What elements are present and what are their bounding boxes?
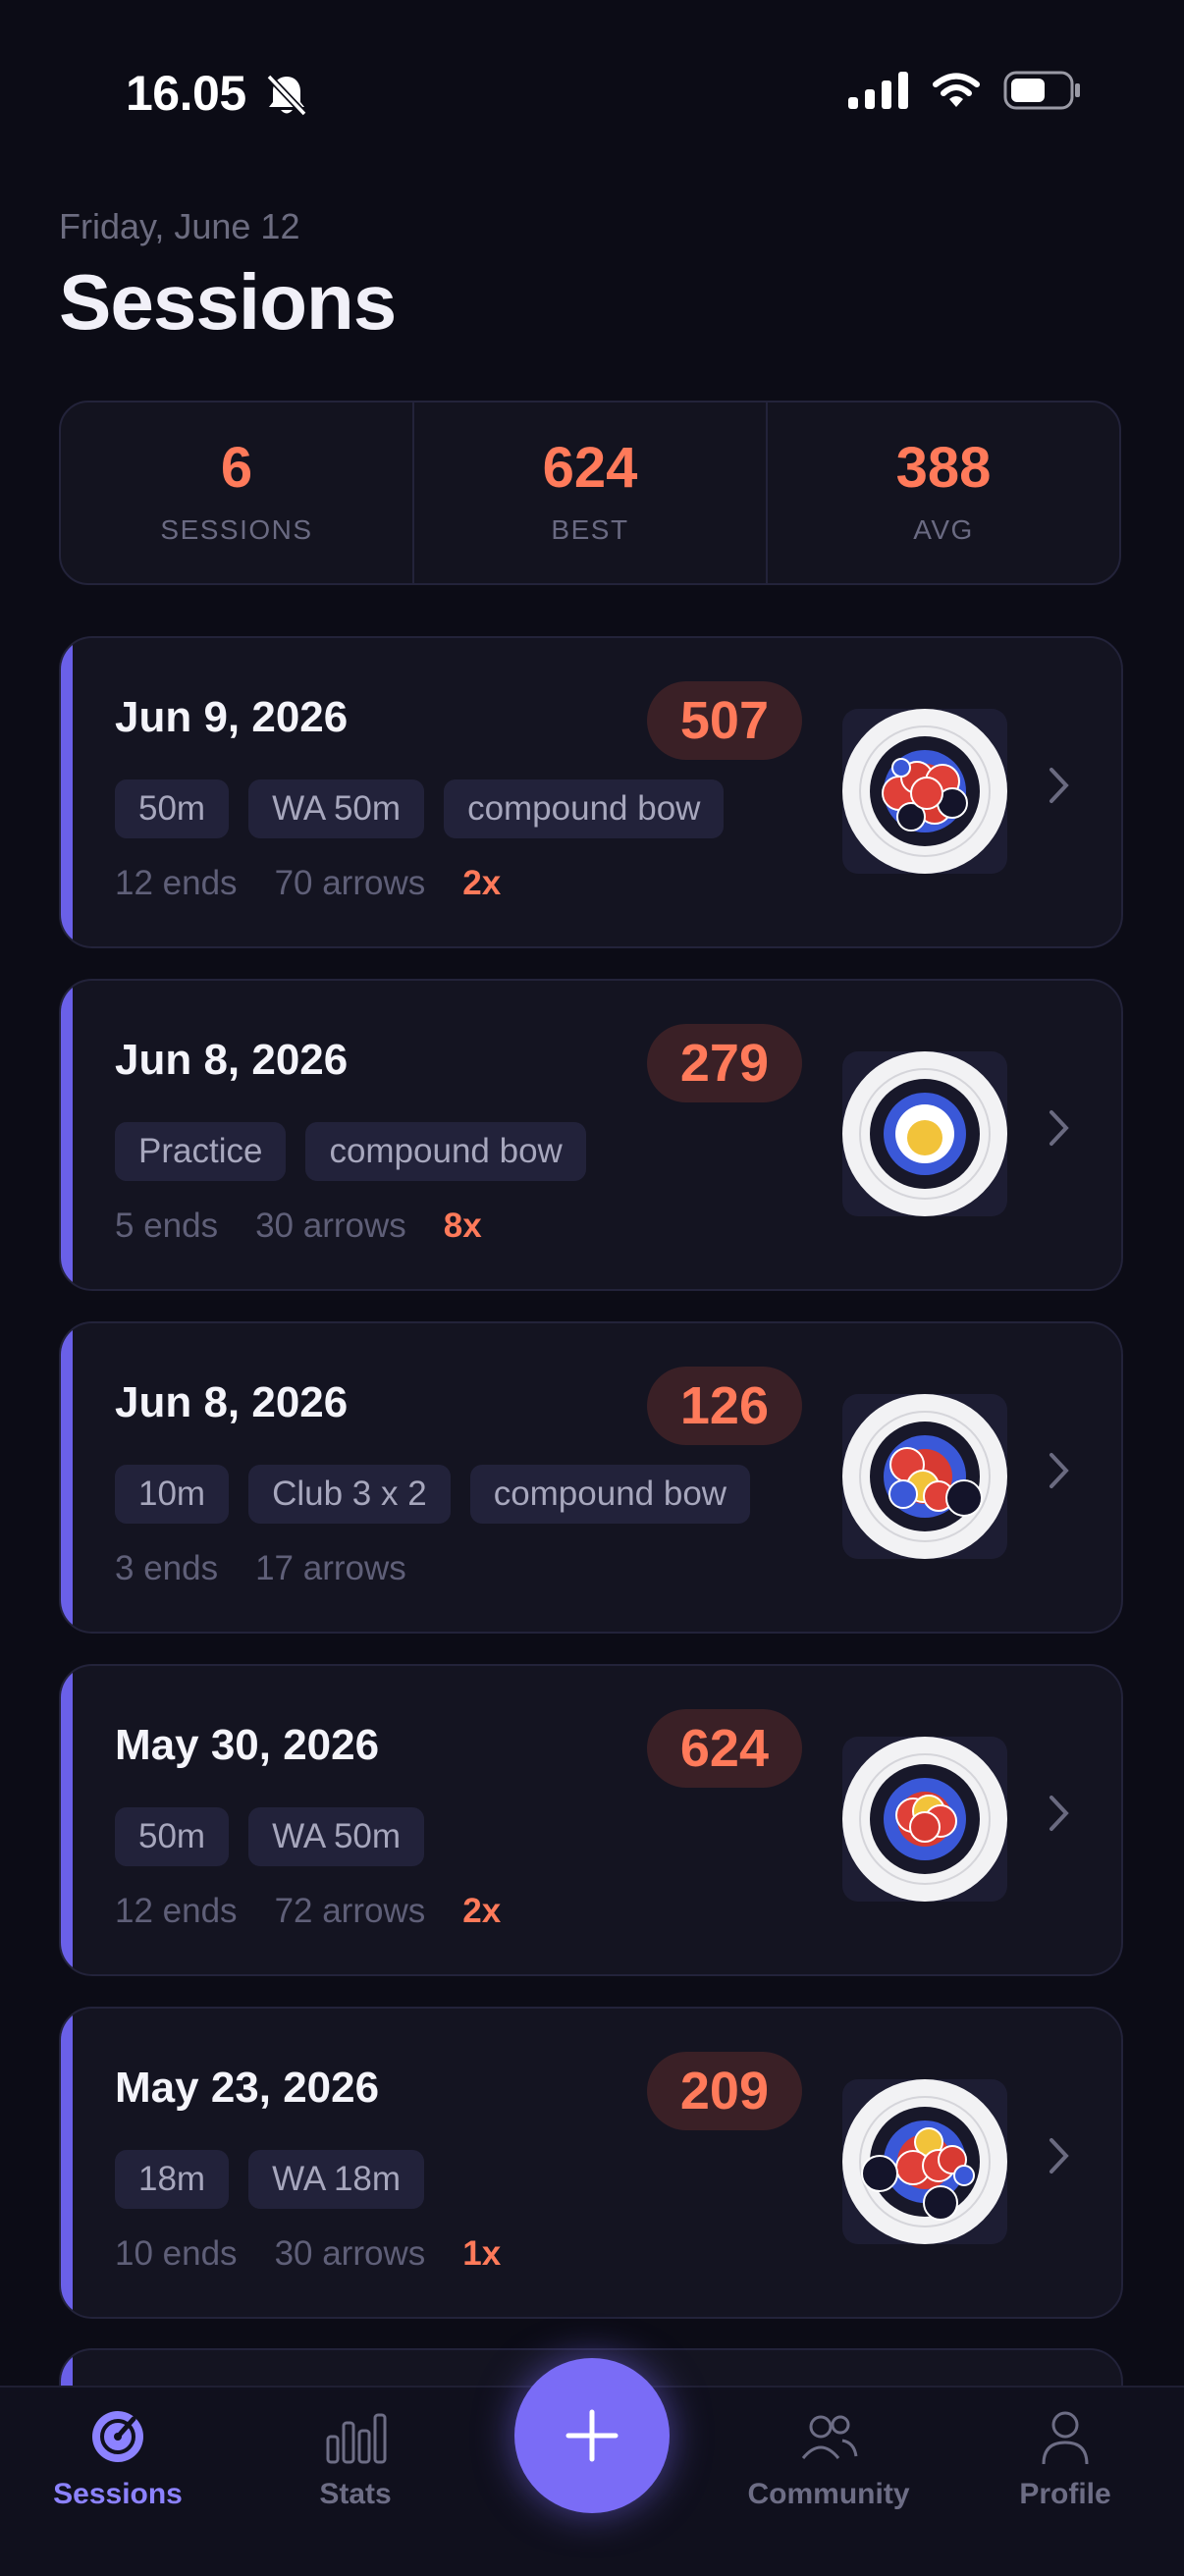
person-icon — [1042, 2411, 1089, 2465]
session-card[interactable]: May 23, 2026 209 18m WA 18m 10 ends 30 a… — [59, 2007, 1123, 2319]
session-tags: 18m WA 18m — [115, 2150, 425, 2209]
stat-value: 388 — [895, 436, 992, 500]
battery-icon — [1003, 71, 1080, 110]
session-date: Jun 9, 2026 — [115, 693, 349, 741]
ends-count: 12 ends — [115, 1892, 238, 1930]
session-date: May 23, 2026 — [115, 2064, 380, 2112]
arrows-count: 30 arrows — [255, 1207, 406, 1245]
card-accent — [61, 1323, 73, 1632]
card-accent — [61, 638, 73, 946]
target-thumbnail — [842, 1051, 1007, 1216]
ends-count: 5 ends — [115, 1207, 219, 1245]
tab-label: Sessions — [53, 2478, 183, 2510]
stat-value: 624 — [542, 436, 638, 500]
card-accent — [61, 1666, 73, 1974]
target-icon — [92, 2411, 143, 2462]
session-meta: 12 ends 72 arrows 2x — [115, 1892, 501, 1931]
arrows-count: 30 arrows — [274, 2234, 426, 2273]
session-meta: 5 ends 30 arrows 8x — [115, 1207, 482, 1246]
session-meta: 12 ends 70 arrows 2x — [115, 864, 501, 903]
score-badge: 279 — [646, 1024, 802, 1102]
target-thumbnail — [842, 1394, 1007, 1559]
tag-round: Club 3 x 2 — [248, 1465, 451, 1524]
ends-count: 12 ends — [115, 864, 238, 902]
target-thumbnail — [842, 2079, 1007, 2244]
tag-distance: 10m — [115, 1465, 230, 1524]
tag-distance: 18m — [115, 2150, 230, 2209]
session-card[interactable]: Jun 9, 2026 507 50m WA 50m compound bow … — [59, 636, 1123, 948]
ends-count: 3 ends — [115, 1549, 219, 1587]
stat-best: 624 BEST — [412, 402, 766, 583]
tab-label: Profile — [1019, 2478, 1111, 2510]
tag-round: WA 18m — [248, 2150, 425, 2209]
session-card[interactable]: Jun 8, 2026 279 Practice compound bow 5 … — [59, 979, 1123, 1291]
summary-card: 6 SESSIONS 624 BEST 388 AVG — [59, 401, 1121, 585]
bell-slash-icon — [266, 74, 307, 117]
header-date: Friday, June 12 — [59, 206, 300, 246]
tag-round: WA 50m — [248, 1807, 425, 1866]
add-session-button[interactable] — [514, 2358, 670, 2513]
card-accent — [61, 2009, 73, 2317]
arrows-count: 70 arrows — [274, 864, 426, 902]
tab-sessions[interactable]: Sessions — [51, 2407, 185, 2511]
score-badge: 507 — [646, 681, 802, 760]
wifi-icon — [933, 73, 980, 107]
tag-distance: 50m — [115, 1807, 230, 1866]
session-meta: 3 ends 17 arrows — [115, 1549, 406, 1588]
tag-bow: compound bow — [305, 1122, 586, 1181]
session-tags: 10m Club 3 x 2 compound bow — [115, 1465, 751, 1524]
tab-stats[interactable]: Stats — [295, 2407, 416, 2511]
session-date: May 30, 2026 — [115, 1721, 380, 1769]
status-time: 16.05 — [126, 66, 246, 121]
score-badge: 209 — [646, 2052, 802, 2130]
status-icons — [848, 71, 1082, 110]
stat-sessions: 6 SESSIONS — [61, 402, 412, 583]
chevron-right-icon — [1049, 768, 1069, 803]
multiplier: 1x — [462, 2234, 502, 2273]
session-card[interactable]: Jun 8, 2026 126 10m Club 3 x 2 compound … — [59, 1321, 1123, 1634]
session-date: Jun 8, 2026 — [115, 1378, 349, 1426]
chevron-right-icon — [1049, 1796, 1069, 1831]
chevron-right-icon — [1049, 1110, 1069, 1146]
card-accent — [61, 981, 73, 1289]
tab-community[interactable]: Community — [742, 2407, 915, 2511]
tag-bow: compound bow — [444, 779, 725, 838]
multiplier: 8x — [443, 1207, 482, 1245]
stat-label: SESSIONS — [160, 514, 313, 545]
tag-bow: compound bow — [469, 1465, 751, 1524]
page-title: Sessions — [59, 258, 397, 346]
bar-chart-icon — [326, 2413, 387, 2464]
session-date: Jun 8, 2026 — [115, 1036, 349, 1084]
stat-avg: 388 AVG — [766, 402, 1119, 583]
score-badge: 624 — [646, 1709, 802, 1788]
chevron-right-icon — [1049, 2138, 1069, 2174]
arrows-count: 72 arrows — [274, 1892, 426, 1930]
tag-round: Practice — [115, 1122, 287, 1181]
chevron-right-icon — [1049, 1453, 1069, 1488]
stat-label: AVG — [913, 514, 974, 545]
session-tags: Practice compound bow — [115, 1122, 586, 1181]
session-tags: 50m WA 50m — [115, 1807, 425, 1866]
ends-count: 10 ends — [115, 2234, 238, 2273]
session-tags: 50m WA 50m compound bow — [115, 779, 725, 838]
score-badge: 126 — [646, 1367, 802, 1445]
tab-label: Stats — [319, 2478, 392, 2510]
people-icon — [801, 2415, 858, 2459]
session-meta: 10 ends 30 arrows 1x — [115, 2234, 501, 2274]
tab-profile[interactable]: Profile — [1013, 2407, 1117, 2511]
arrows-count: 17 arrows — [255, 1549, 406, 1587]
signal-icon — [848, 72, 908, 109]
tag-distance: 50m — [115, 779, 230, 838]
stat-value: 6 — [220, 436, 253, 500]
plus-icon — [565, 2409, 619, 2462]
target-thumbnail — [842, 1737, 1007, 1902]
multiplier: 2x — [462, 864, 502, 902]
tab-label: Community — [747, 2478, 910, 2510]
multiplier: 2x — [462, 1892, 502, 1930]
session-card[interactable]: May 30, 2026 624 50m WA 50m 12 ends 72 a… — [59, 1664, 1123, 1976]
target-thumbnail — [842, 709, 1007, 874]
stat-label: BEST — [551, 514, 629, 545]
tag-round: WA 50m — [248, 779, 425, 838]
